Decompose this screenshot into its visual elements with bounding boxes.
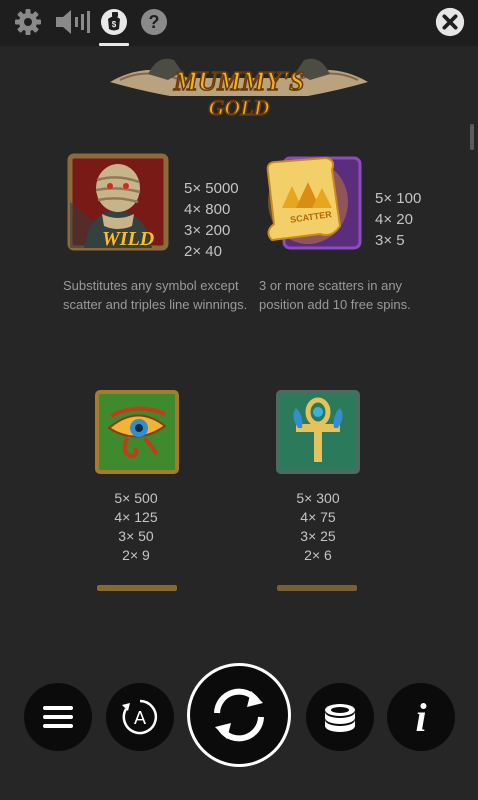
payout-row: 2× 6 xyxy=(304,547,332,563)
top-bar: $ ? xyxy=(0,0,478,46)
autoplay-icon: A xyxy=(122,699,158,735)
payout-row: 4× 125 xyxy=(114,509,158,525)
menu-icon xyxy=(43,706,73,728)
eye-of-horus-symbol xyxy=(95,390,179,479)
scatter-symbol: SCATTER xyxy=(260,148,364,259)
svg-text:A: A xyxy=(134,708,146,728)
payout-row: 3× 25 xyxy=(300,528,336,544)
game-logo: MUMMY'S GOLD xyxy=(108,52,370,122)
spin-button[interactable] xyxy=(187,663,291,767)
settings-icon[interactable] xyxy=(12,6,44,38)
payout-row: 4× 20 xyxy=(375,211,413,228)
autoplay-button[interactable]: A xyxy=(106,683,174,751)
next-symbol-tile-edge xyxy=(277,585,357,591)
info-icon: i xyxy=(415,694,427,740)
ankh-payouts: 5× 300 4× 75 3× 25 2× 6 xyxy=(258,489,378,565)
svg-text:GOLD: GOLD xyxy=(208,95,269,120)
help-icon[interactable]: ? xyxy=(138,6,170,38)
menu-button[interactable] xyxy=(24,683,92,751)
payout-row: 2× 40 xyxy=(184,243,222,260)
paytable-icon[interactable]: $ xyxy=(98,6,130,38)
payout-row: 5× 100 xyxy=(375,190,422,207)
wild-symbol: WILD xyxy=(66,152,174,259)
eye-payouts: 5× 500 4× 125 3× 50 2× 9 xyxy=(76,489,196,565)
ankh-symbol xyxy=(276,390,360,479)
payout-row: 3× 50 xyxy=(118,528,154,544)
wild-label: WILD xyxy=(102,228,155,250)
scatter-payouts: 5× 100 4× 20 3× 5 xyxy=(375,188,421,251)
payout-row: 3× 200 xyxy=(184,222,231,239)
payout-row: 4× 800 xyxy=(184,201,231,218)
wild-description: Substitutes any symbol except scatter an… xyxy=(63,278,248,312)
scatter-description: 3 or more scatters in any position add 1… xyxy=(259,278,411,312)
active-tab-indicator xyxy=(99,43,129,46)
payout-row: 3× 5 xyxy=(375,232,405,249)
svg-text:MUMMY'S: MUMMY'S xyxy=(173,66,305,96)
next-symbol-tile-edge xyxy=(97,585,177,591)
svg-text:?: ? xyxy=(149,12,160,32)
wild-payouts: 5× 5000 4× 800 3× 200 2× 40 xyxy=(184,178,239,262)
payout-row: 5× 300 xyxy=(296,490,340,506)
sound-icon[interactable] xyxy=(54,6,94,38)
payout-row: 2× 9 xyxy=(122,547,150,563)
payout-row: 4× 75 xyxy=(300,509,336,525)
coin-stack-icon xyxy=(325,704,355,732)
close-icon[interactable] xyxy=(434,6,466,38)
payout-row: 5× 500 xyxy=(114,490,158,506)
scrollbar-thumb[interactable] xyxy=(470,124,474,150)
svg-text:$: $ xyxy=(112,20,117,29)
bet-button[interactable] xyxy=(306,683,374,751)
payout-row: 5× 5000 xyxy=(184,180,239,197)
info-button[interactable]: i xyxy=(387,683,455,751)
spin-icon xyxy=(214,688,264,742)
